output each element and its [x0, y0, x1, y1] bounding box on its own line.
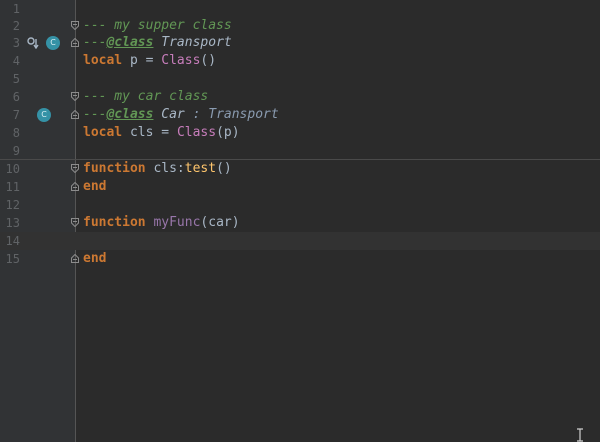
code-line-12[interactable]: 12	[0, 196, 600, 214]
keyword: function	[83, 215, 146, 230]
parent-type: : Transport	[184, 107, 279, 122]
keyword: function	[83, 161, 146, 176]
identifier: p =	[122, 53, 162, 68]
keyword: local	[83, 53, 123, 68]
code-text: function myFunc(car)	[83, 214, 240, 232]
line-number: 7	[12, 108, 20, 122]
fold-start-icon[interactable]	[71, 164, 79, 173]
doc-tag: @class	[106, 107, 154, 122]
function-name: test	[184, 161, 217, 176]
class-marker-icon[interactable]: C	[46, 36, 60, 50]
line-number: 2	[12, 19, 20, 33]
code-line-4[interactable]: 4 local p = Class()	[0, 52, 600, 70]
line-number: 5	[12, 72, 20, 86]
line-number: 15	[5, 252, 20, 266]
fold-start-icon[interactable]	[71, 92, 79, 101]
code-line-1[interactable]: 1	[0, 0, 600, 18]
line-number: 10	[5, 162, 20, 176]
punctuation: (p)	[216, 125, 240, 140]
implemented-arrow-icon[interactable]	[27, 37, 39, 49]
doc-comment-prefix: ---	[83, 35, 107, 50]
keyword: end	[83, 251, 107, 266]
code-editor[interactable]: 1 2 --- my supper class 3 C ---@class Tr…	[0, 0, 600, 442]
identifier: cls =	[122, 125, 177, 140]
punctuation: ()	[200, 53, 217, 68]
doc-tag: @class	[106, 35, 154, 50]
line-number: 6	[12, 90, 20, 104]
line-number: 14	[5, 234, 20, 248]
punctuation: ()	[216, 161, 232, 176]
keyword: local	[83, 125, 123, 140]
code-line-8[interactable]: 8 local cls = Class(p)	[0, 124, 600, 142]
line-number: 11	[5, 180, 20, 194]
code-line-10[interactable]: 10 function cls:test()	[0, 159, 600, 178]
fold-start-icon[interactable]	[71, 218, 79, 227]
doc-comment-prefix: ---	[83, 107, 107, 122]
fold-end-icon[interactable]	[71, 182, 79, 191]
fold-end-icon[interactable]	[71, 38, 79, 47]
code-text: local p = Class()	[83, 52, 216, 70]
code-text: local cls = Class(p)	[83, 124, 240, 142]
code-line-6[interactable]: 6 --- my car class	[0, 88, 600, 106]
comment-text: --- my supper class	[83, 18, 232, 33]
code-text: --- my car class	[83, 88, 208, 106]
keyword: end	[83, 179, 107, 194]
code-text: ---@class Transport	[83, 34, 232, 52]
line-number: 9	[12, 144, 20, 158]
class-name: Class	[161, 53, 201, 68]
code-text: end	[83, 250, 106, 268]
type-name: Car	[161, 107, 185, 122]
code-line-9[interactable]: 9	[0, 142, 600, 160]
parameter-list: (car)	[200, 215, 240, 230]
code-line-14[interactable]: 14	[0, 232, 600, 250]
class-name: Class	[176, 125, 217, 140]
fold-start-icon[interactable]	[71, 21, 79, 30]
line-number: 12	[5, 198, 20, 212]
code-text: function cls:test()	[83, 160, 232, 178]
code-line-5[interactable]: 5	[0, 70, 600, 88]
function-name: myFunc	[153, 215, 201, 230]
code-line-15[interactable]: 15 end	[0, 250, 600, 268]
line-number: 1	[12, 2, 20, 16]
code-text: end	[83, 178, 106, 196]
code-line-13[interactable]: 13 function myFunc(car)	[0, 214, 600, 232]
type-name: Transport	[161, 35, 232, 50]
code-line-7[interactable]: 7 C ---@class Car : Transport	[0, 106, 600, 124]
line-number: 13	[5, 216, 20, 230]
line-number: 4	[12, 54, 20, 68]
code-text: ---@class Car : Transport	[83, 106, 279, 124]
code-line-11[interactable]: 11 end	[0, 178, 600, 196]
text-cursor-icon	[577, 428, 583, 442]
fold-end-icon[interactable]	[71, 110, 79, 119]
fold-end-icon[interactable]	[71, 254, 79, 263]
code-line-2[interactable]: 2 --- my supper class	[0, 17, 600, 35]
class-marker-icon[interactable]: C	[37, 108, 51, 122]
code-text: --- my supper class	[83, 17, 232, 35]
identifier: cls:	[145, 161, 185, 176]
comment-text: --- my car class	[83, 89, 209, 104]
line-number: 3	[12, 36, 20, 50]
code-line-3[interactable]: 3 C ---@class Transport	[0, 34, 600, 52]
line-number: 8	[12, 126, 20, 140]
